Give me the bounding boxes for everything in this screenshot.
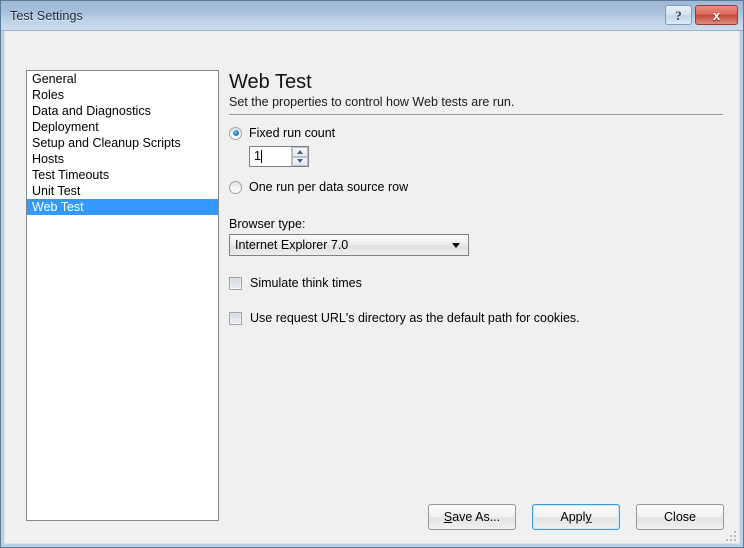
save-as-button[interactable]: Save As...: [428, 504, 516, 530]
use-request-url-directory-label: Use request URL's directory as the defau…: [250, 311, 580, 325]
page-subtitle: Set the properties to control how Web te…: [229, 95, 515, 109]
close-button[interactable]: Close: [636, 504, 724, 530]
sidebar-item-web-test[interactable]: Web Test: [27, 199, 218, 215]
apply-label: Apply: [560, 510, 592, 524]
sidebar-item-setup-and-cleanup-scripts[interactable]: Setup and Cleanup Scripts: [27, 135, 218, 151]
sidebar-item-data-and-diagnostics[interactable]: Data and Diagnostics: [27, 103, 218, 119]
save-as-accelerator: S: [443, 510, 453, 524]
radio-icon-fixed-run-count[interactable]: [229, 126, 242, 140]
stepper-up-button[interactable]: [292, 147, 308, 157]
chevron-down-icon: [297, 159, 303, 164]
settings-category-list[interactable]: General Roles Data and Diagnostics Deplo…: [26, 70, 219, 521]
simulate-think-times-checkbox-row[interactable]: Simulate think times: [229, 276, 723, 290]
run-count-value[interactable]: 1: [250, 147, 291, 166]
one-run-per-data-source-row-option[interactable]: One run per data source row: [229, 180, 723, 194]
apply-button[interactable]: Apply: [532, 504, 620, 530]
stepper-buttons: [291, 147, 308, 166]
resize-grip[interactable]: [723, 528, 736, 541]
run-count-stepper[interactable]: 1: [249, 146, 309, 167]
sidebar-item-hosts[interactable]: Hosts: [27, 151, 218, 167]
apply-accelerator: y: [585, 510, 592, 524]
chevron-down-icon: [452, 243, 460, 248]
simulate-think-times-label: Simulate think times: [250, 276, 362, 290]
close-window-button[interactable]: x: [695, 5, 738, 25]
page-title: Web Test: [229, 71, 312, 93]
dialog-body: General Roles Data and Diagnostics Deplo…: [4, 31, 740, 544]
sidebar-item-test-timeouts[interactable]: Test Timeouts: [27, 167, 218, 183]
one-run-per-data-source-row-label: One run per data source row: [249, 180, 409, 194]
help-button[interactable]: ?: [665, 5, 692, 25]
fixed-run-count-option[interactable]: Fixed run count: [229, 126, 723, 140]
test-settings-window: Test Settings ? x General Roles Data and…: [0, 0, 744, 548]
stepper-down-button[interactable]: [292, 156, 308, 166]
close-icon: x: [712, 7, 721, 23]
title-bar: Test Settings ? x: [1, 1, 743, 31]
browser-type-value: Internet Explorer 7.0: [235, 238, 349, 252]
sidebar-item-roles[interactable]: Roles: [27, 87, 218, 103]
header-divider: [229, 114, 723, 115]
browser-type-label: Browser type:: [229, 217, 306, 231]
close-label: Close: [664, 510, 696, 524]
use-request-url-directory-checkbox-row[interactable]: Use request URL's directory as the defau…: [229, 311, 723, 325]
checkbox-icon-use-request-url-directory[interactable]: [229, 311, 242, 325]
dialog-footer: Save As... Apply Close: [428, 504, 724, 530]
question-mark-icon: ?: [675, 7, 682, 23]
checkbox-icon-simulate-think-times[interactable]: [229, 276, 242, 290]
window-title: Test Settings: [10, 8, 83, 23]
sidebar-item-general[interactable]: General: [27, 71, 218, 87]
radio-icon-one-run-per-row[interactable]: [229, 180, 242, 194]
sidebar-item-unit-test[interactable]: Unit Test: [27, 183, 218, 199]
web-test-pane: Web Test Set the properties to control h…: [229, 70, 723, 325]
browser-type-select[interactable]: Internet Explorer 7.0: [229, 234, 469, 256]
fixed-run-count-label: Fixed run count: [249, 126, 336, 140]
chevron-up-icon: [297, 149, 303, 154]
title-bar-buttons: ? x: [665, 5, 738, 25]
sidebar-item-deployment[interactable]: Deployment: [27, 119, 218, 135]
save-as-label: Save As...: [443, 510, 501, 524]
